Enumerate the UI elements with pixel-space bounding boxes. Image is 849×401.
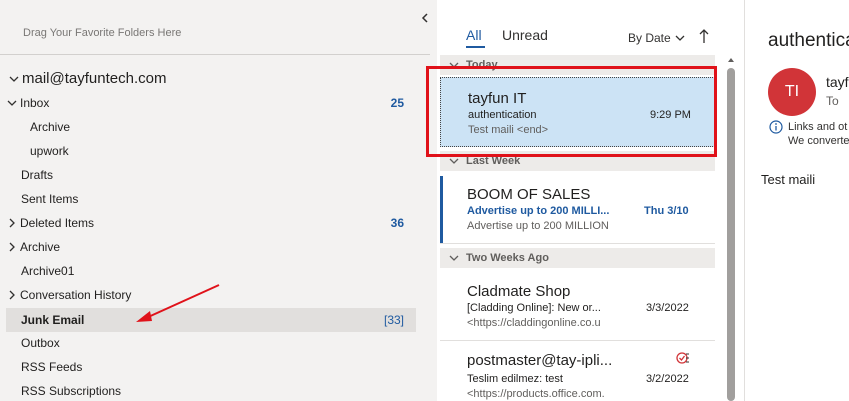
folder-label: Conversation History xyxy=(20,288,132,302)
folder-label: Inbox xyxy=(20,96,50,110)
chevron-right-icon xyxy=(6,241,18,253)
folder-label: Archive xyxy=(20,240,61,254)
message-sender: postmaster@tay-ipli... xyxy=(467,352,613,369)
message-item[interactable]: Cladmate Shop [Cladding Online]: New or.… xyxy=(440,273,715,341)
chevron-left-icon xyxy=(421,13,428,23)
message-time: 9:29 PM xyxy=(650,109,691,121)
folder-deleted-items[interactable]: Deleted Items 36 xyxy=(6,211,416,235)
folder-label: Archive01 xyxy=(21,264,75,278)
message-sender: Cladmate Shop xyxy=(467,283,571,300)
tab-all[interactable]: All xyxy=(466,27,482,43)
folder-label: Sent Items xyxy=(21,192,79,206)
group-label: Last Week xyxy=(466,155,521,167)
message-time: 3/3/2022 xyxy=(646,302,689,314)
item-count: [33] xyxy=(383,313,404,327)
unread-count: 25 xyxy=(390,96,404,110)
message-preview: Test maili <end> xyxy=(468,124,549,136)
folder-label: Drafts xyxy=(21,168,54,182)
message-item[interactable]: tayfun IT authentication 9:29 PM Test ma… xyxy=(440,77,715,147)
message-time: Thu 3/10 xyxy=(644,205,689,217)
unread-indicator xyxy=(440,176,443,244)
collapse-folder-pane-button[interactable] xyxy=(418,10,432,26)
unread-count: 36 xyxy=(390,216,404,230)
message-sender: tayfun IT xyxy=(468,90,527,107)
message-list-scrollbar[interactable] xyxy=(725,52,737,401)
folder-label: RSS Subscriptions xyxy=(21,384,122,398)
message-subject: Advertise up to 200 MILLI... xyxy=(467,205,610,217)
group-header-last-week[interactable]: Last Week xyxy=(440,151,715,171)
chevron-down-icon xyxy=(675,35,685,41)
sort-direction-up-icon[interactable] xyxy=(697,27,711,45)
folder-label: Outbox xyxy=(21,336,60,350)
chevron-down-icon xyxy=(6,97,18,109)
group-header-two-weeks-ago[interactable]: Two Weeks Ago xyxy=(440,248,715,268)
folder-archive[interactable]: Archive xyxy=(6,235,416,259)
reading-to: To xyxy=(826,94,839,108)
folder-archive-sub[interactable]: Archive xyxy=(6,115,416,139)
account-node[interactable]: mail@tayfuntech.com xyxy=(8,70,166,87)
message-time: 3/2/2022 xyxy=(646,373,689,385)
chevron-down-icon xyxy=(448,59,460,71)
tab-unread[interactable]: Unread xyxy=(502,27,548,43)
message-subject: Teslim edilmez: test xyxy=(467,373,563,385)
folder-label: upwork xyxy=(30,144,69,158)
chevron-down-icon xyxy=(8,73,20,85)
reading-from[interactable]: tayf xyxy=(826,74,849,90)
chevron-right-icon xyxy=(6,217,18,229)
chevron-right-icon xyxy=(6,289,18,301)
chevron-down-icon xyxy=(448,252,460,264)
folder-inbox[interactable]: Inbox 25 xyxy=(6,91,416,115)
message-separator xyxy=(440,243,715,244)
favorites-divider xyxy=(0,54,430,55)
folder-sent-items[interactable]: Sent Items xyxy=(6,187,416,211)
folder-label: Archive xyxy=(30,120,71,134)
tab-active-indicator xyxy=(466,46,485,48)
sender-avatar[interactable]: TI xyxy=(768,68,816,116)
favorites-drop-hint: Drag Your Favorite Folders Here xyxy=(23,27,182,39)
message-preview: <https://claddingonline.co.u xyxy=(467,317,601,329)
info-message-line2: We converte xyxy=(788,135,849,147)
sort-by-dropdown[interactable]: By Date xyxy=(628,31,685,45)
account-name: mail@tayfuntech.com xyxy=(22,70,167,87)
chevron-down-icon xyxy=(448,155,460,167)
folder-rss-subscriptions[interactable]: RSS Subscriptions xyxy=(6,379,416,401)
folder-outbox[interactable]: Outbox xyxy=(6,331,416,355)
group-header-today[interactable]: Today xyxy=(440,55,715,75)
flag-follow-up-icon[interactable] xyxy=(676,351,690,365)
folder-label: Deleted Items xyxy=(20,216,95,230)
message-preview: Advertise up to 200 MILLION xyxy=(467,220,609,232)
message-item[interactable]: BOOM OF SALES Advertise up to 200 MILLI.… xyxy=(440,176,715,244)
info-icon xyxy=(769,120,783,134)
folder-label: Junk Email xyxy=(21,313,85,327)
message-item[interactable]: postmaster@tay-ipli... Teslim edilmez: t… xyxy=(440,341,715,401)
group-label: Two Weeks Ago xyxy=(466,252,549,264)
group-label: Today xyxy=(466,59,498,71)
folder-archive01[interactable]: Archive01 xyxy=(6,259,416,283)
message-subject: authentication xyxy=(468,109,537,121)
message-body: Test maili xyxy=(761,172,816,187)
folder-drafts[interactable]: Drafts xyxy=(6,163,416,187)
folder-conversation-history[interactable]: Conversation History xyxy=(6,283,416,307)
folder-label: RSS Feeds xyxy=(21,360,83,374)
message-preview: <https://products.office.com. xyxy=(467,388,605,400)
reading-subject: authentica xyxy=(768,30,849,51)
folder-upwork[interactable]: upwork xyxy=(6,139,416,163)
folder-junk-email[interactable]: Junk Email [33] xyxy=(6,308,416,332)
reading-pane xyxy=(744,0,849,401)
message-sender: BOOM OF SALES xyxy=(467,186,591,203)
message-subject: [Cladding Online]: New or... xyxy=(467,302,601,314)
info-message-line1: Links and ot xyxy=(788,121,848,133)
folder-rss-feeds[interactable]: RSS Feeds xyxy=(6,355,416,379)
sort-label: By Date xyxy=(628,31,671,45)
